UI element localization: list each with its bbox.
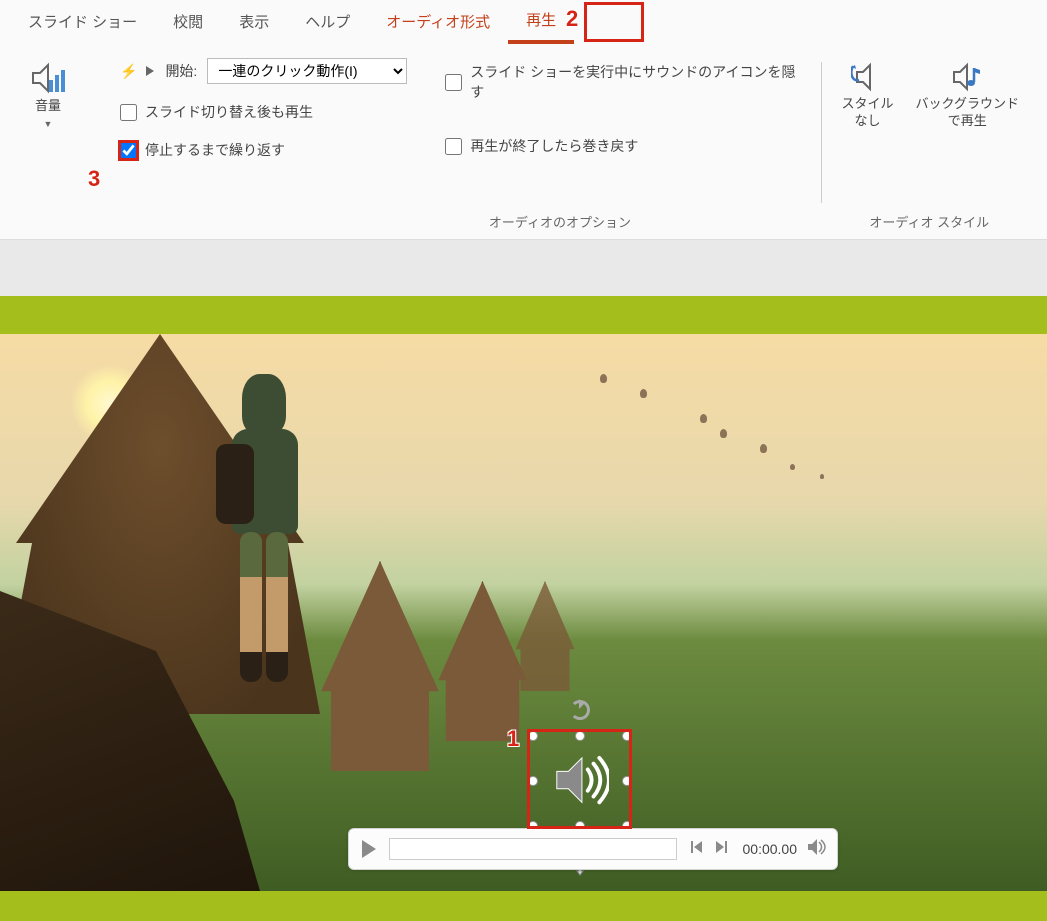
play-small-icon bbox=[145, 65, 155, 77]
group-options-label: オーディオのオプション bbox=[489, 206, 631, 231]
volume-button[interactable]: 音量 ▼ bbox=[14, 58, 82, 133]
tab-review[interactable]: 校閲 bbox=[155, 1, 221, 42]
speaker-icon bbox=[30, 62, 66, 94]
play-button[interactable] bbox=[359, 838, 379, 860]
audio-progress[interactable] bbox=[389, 838, 677, 860]
speaker-reset-icon bbox=[851, 62, 885, 92]
annotation-box-1 bbox=[527, 729, 632, 829]
annotation-num-1: 1 bbox=[507, 726, 519, 752]
tab-help[interactable]: ヘルプ bbox=[287, 1, 368, 42]
slide-accent-bottom bbox=[0, 891, 1047, 921]
start-row: ⚡ 開始: 一連のクリック動作(I) bbox=[120, 58, 407, 84]
step-fwd-button[interactable] bbox=[715, 839, 733, 860]
person-figure bbox=[210, 374, 320, 734]
annotation-num-2: 2 bbox=[566, 6, 578, 32]
group-styles: スタイル なし バックグラウンド で再生 オーディオ スタイル bbox=[822, 58, 1037, 231]
tab-slideshow[interactable]: スライド ショー bbox=[10, 1, 155, 42]
loop-checkbox[interactable] bbox=[120, 142, 137, 159]
speaker-note-icon bbox=[950, 62, 984, 92]
tab-playback[interactable]: 再生 bbox=[508, 0, 574, 44]
ribbon: 音量 ▼ ⚡ 開始: 一連のクリック動作(I) スライド切り替え後も再生 停止す… bbox=[0, 42, 1047, 240]
tab-view[interactable]: 表示 bbox=[221, 1, 287, 42]
lightning-icon: ⚡ bbox=[120, 63, 137, 80]
slide-image[interactable] bbox=[0, 334, 1047, 891]
rewind-check[interactable]: 再生が終了したら巻き戻す bbox=[445, 136, 808, 156]
group-volume: 音量 ▼ bbox=[10, 58, 94, 231]
play-across-label: スライド切り替え後も再生 bbox=[145, 102, 313, 122]
hide-icon-check[interactable]: スライド ショーを実行中にサウンドのアイコンを隠す bbox=[445, 62, 808, 102]
no-style-label: スタイル なし bbox=[842, 96, 894, 130]
step-back-button[interactable] bbox=[687, 839, 705, 860]
annotation-box-2 bbox=[584, 2, 644, 42]
volume-label: 音量 bbox=[35, 98, 61, 115]
group-options-right: スライド ショーを実行中にサウンドのアイコンを隠す 再生が終了したら巻き戻す オ… bbox=[419, 58, 820, 231]
bg-play-button[interactable]: バックグラウンド で再生 bbox=[910, 58, 1025, 134]
audio-player-bar: 00:00.00 bbox=[348, 828, 838, 870]
tab-audio-format[interactable]: オーディオ形式 bbox=[368, 1, 508, 42]
start-label: 開始: bbox=[165, 61, 197, 81]
rewind-checkbox[interactable] bbox=[445, 138, 462, 155]
play-across-check[interactable]: スライド切り替え後も再生 bbox=[120, 102, 407, 122]
hide-icon-checkbox[interactable] bbox=[445, 74, 462, 91]
group-styles-label: オーディオ スタイル bbox=[869, 206, 989, 231]
chevron-down-icon: ▼ bbox=[44, 119, 53, 129]
audio-time: 00:00.00 bbox=[743, 841, 798, 857]
slide-accent-top bbox=[0, 296, 1047, 334]
rotate-handle[interactable] bbox=[570, 700, 590, 720]
hide-icon-label: スライド ショーを実行中にサウンドのアイコンを隠す bbox=[470, 62, 808, 102]
ribbon-tabs: スライド ショー 校閲 表示 ヘルプ オーディオ形式 再生 bbox=[0, 0, 1047, 42]
bg-play-label: バックグラウンド で再生 bbox=[916, 96, 1019, 130]
annotation-num-3: 3 bbox=[88, 166, 100, 192]
loop-check[interactable]: 停止するまで繰り返す bbox=[120, 140, 407, 160]
start-select[interactable]: 一連のクリック動作(I) bbox=[207, 58, 407, 84]
play-across-checkbox[interactable] bbox=[120, 104, 137, 121]
rewind-label: 再生が終了したら巻き戻す bbox=[470, 136, 638, 156]
volume-button-player[interactable] bbox=[807, 838, 827, 861]
group-options-left: ⚡ 開始: 一連のクリック動作(I) スライド切り替え後も再生 停止するまで繰り… bbox=[94, 58, 419, 231]
no-style-button[interactable]: スタイル なし bbox=[834, 58, 902, 134]
loop-label: 停止するまで繰り返す bbox=[145, 140, 285, 160]
